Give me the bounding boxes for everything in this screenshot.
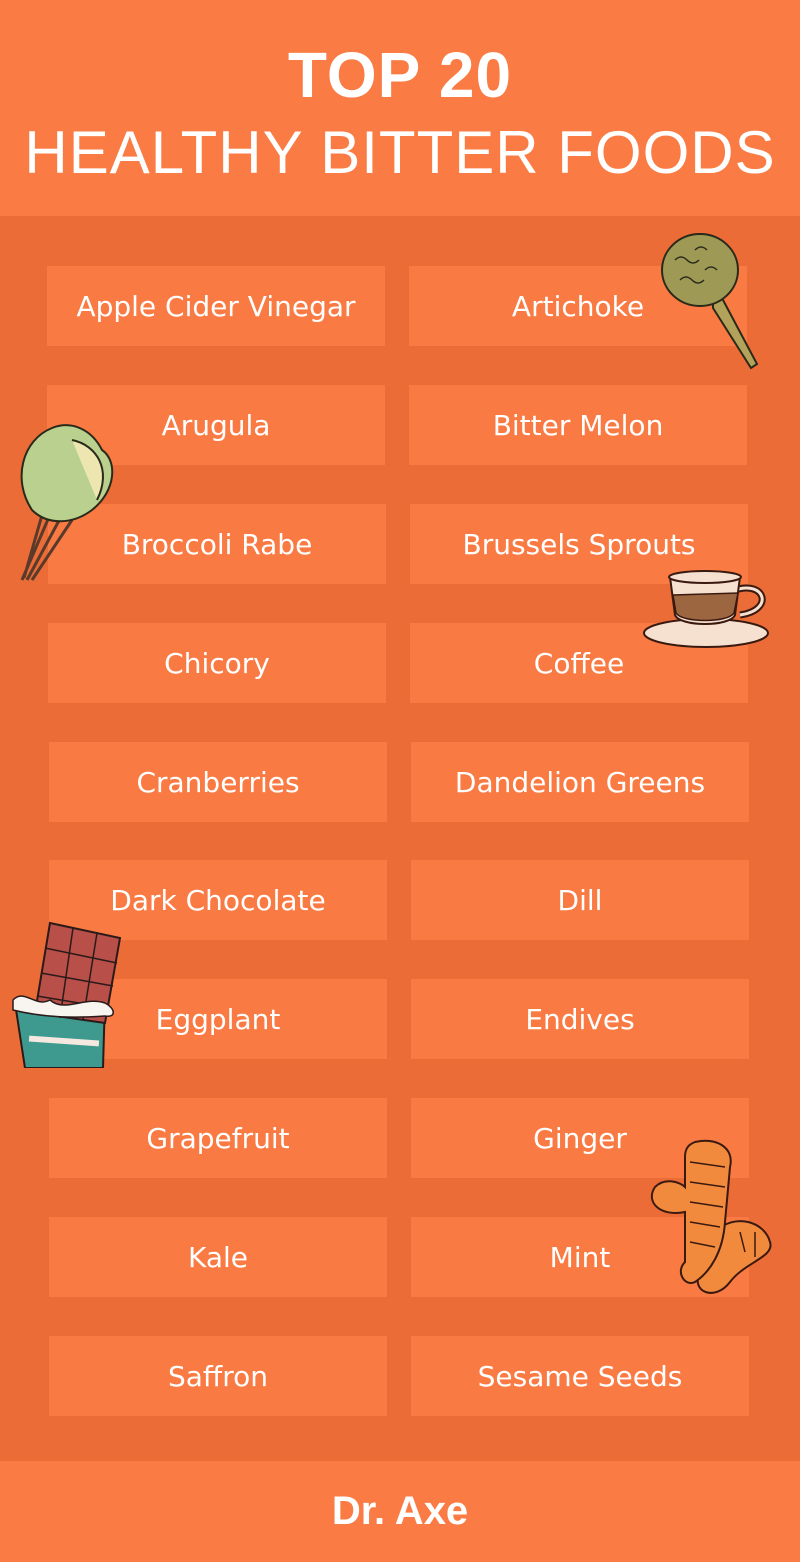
food-item: Grapefruit bbox=[49, 1098, 387, 1178]
title-line-2: HEALTHY BITTER FOODS bbox=[24, 119, 776, 186]
food-item: Sesame Seeds bbox=[411, 1336, 749, 1416]
food-item: Saffron bbox=[49, 1336, 387, 1416]
artichoke-illustration bbox=[661, 233, 759, 370]
chocolate-bar-illustration bbox=[12, 921, 122, 1068]
footer-banner: Dr. Axe bbox=[0, 1461, 800, 1562]
header-banner: TOP 20 HEALTHY BITTER FOODS bbox=[0, 0, 800, 216]
food-item: Dill bbox=[411, 860, 749, 940]
food-item: Chicory bbox=[48, 623, 386, 703]
lettuce-illustration bbox=[20, 424, 114, 581]
food-item: Dandelion Greens bbox=[411, 742, 749, 822]
ginger-root-illustration bbox=[650, 1139, 772, 1294]
food-item: Apple Cider Vinegar bbox=[47, 266, 385, 346]
food-item: Endives bbox=[411, 979, 749, 1059]
food-item: Kale bbox=[49, 1217, 387, 1297]
food-item: Cranberries bbox=[49, 742, 387, 822]
brand-logo: Dr. Axe bbox=[331, 1489, 469, 1533]
food-item: Bitter Melon bbox=[409, 385, 747, 465]
coffee-cup-illustration bbox=[643, 570, 769, 648]
title-line-1: TOP 20 bbox=[287, 39, 513, 111]
